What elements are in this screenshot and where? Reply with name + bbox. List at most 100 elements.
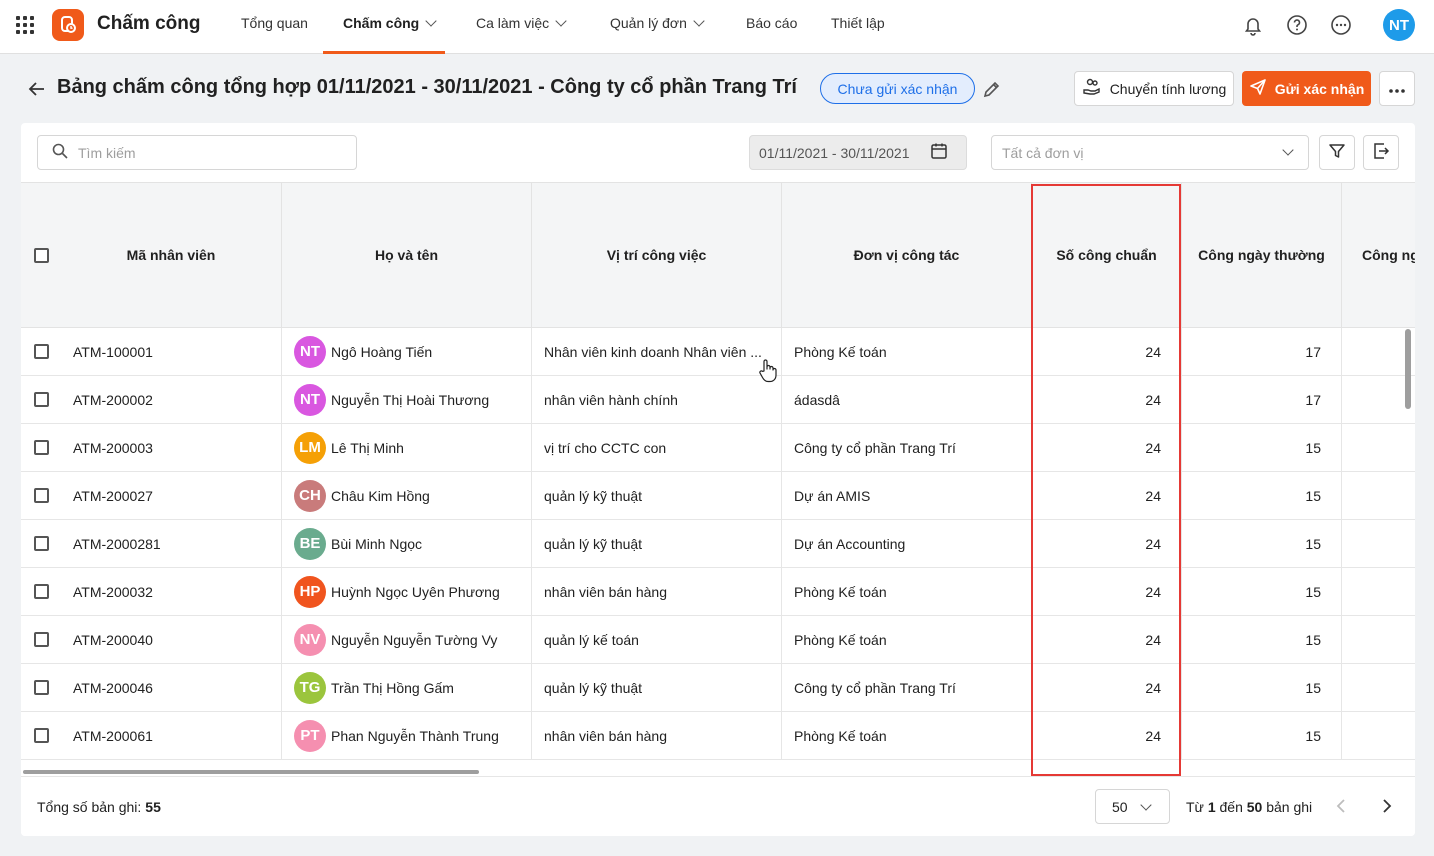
- truncated-cell: [1342, 472, 1415, 519]
- more-circle-icon[interactable]: [1329, 13, 1353, 37]
- search-icon: [52, 143, 68, 162]
- nav-cham-cong[interactable]: Chấm công: [343, 15, 437, 31]
- normal-days: 15: [1182, 664, 1342, 711]
- table-row[interactable]: ATM-200003 LM Lê Thị Minh vị trí cho CCT…: [21, 424, 1415, 472]
- filter-icon: [1328, 142, 1346, 163]
- table-row[interactable]: ATM-200061 PT Phan Nguyễn Thành Trung nh…: [21, 712, 1415, 760]
- table-row[interactable]: ATM-200002 NT Nguyễn Thị Hoài Thương nhâ…: [21, 376, 1415, 424]
- row-checkbox[interactable]: [33, 344, 49, 359]
- work-unit: Công ty cổ phần Trang Trí: [782, 664, 1032, 711]
- col-truncated[interactable]: Công ng: [1342, 183, 1415, 327]
- table-row[interactable]: ATM-100001 NT Ngô Hoàng Tiến Nhân viên k…: [21, 328, 1415, 376]
- total-records: Tổng số bản ghi: 55: [37, 799, 161, 815]
- table-row[interactable]: ATM-200040 NV Nguyễn Nguyễn Tường Vy quả…: [21, 616, 1415, 664]
- vertical-scrollbar[interactable]: [1405, 329, 1411, 409]
- hand-cursor-icon: [757, 358, 779, 384]
- nav-bao-cao[interactable]: Báo cáo: [746, 15, 797, 31]
- select-all-checkbox[interactable]: [33, 247, 49, 263]
- chevron-right-icon: [1381, 798, 1393, 817]
- normal-days: 15: [1182, 616, 1342, 663]
- table-row[interactable]: ATM-2000281 BE Bùi Minh Ngọc quản lý kỹ …: [21, 520, 1415, 568]
- row-checkbox[interactable]: [33, 584, 49, 599]
- search-input[interactable]: Tìm kiếm: [37, 135, 357, 170]
- nav-tong-quan[interactable]: Tổng quan: [241, 15, 308, 31]
- row-checkbox[interactable]: [33, 536, 49, 551]
- standard-days: 24: [1032, 376, 1182, 423]
- col-employee-code[interactable]: Mã nhân viên: [61, 183, 282, 327]
- col-position[interactable]: Vị trí công việc: [532, 183, 782, 327]
- work-unit: Phòng Kế toán: [782, 328, 1032, 375]
- truncated-cell: [1342, 616, 1415, 663]
- employee-name-cell: PT Phan Nguyễn Thành Trung: [282, 712, 532, 759]
- col-normal-days[interactable]: Công ngày thường: [1182, 183, 1342, 327]
- employee-name: Ngô Hoàng Tiến: [331, 343, 433, 360]
- table-row[interactable]: ATM-200046 TG Trần Thị Hồng Gấm quản lý …: [21, 664, 1415, 712]
- page-size-select[interactable]: 50: [1095, 789, 1170, 824]
- standard-days: 24: [1032, 664, 1182, 711]
- job-position: nhân viên hành chính: [532, 376, 782, 423]
- next-page-button[interactable]: [1377, 797, 1397, 817]
- bell-icon[interactable]: [1241, 13, 1265, 37]
- work-unit: Phòng Kế toán: [782, 616, 1032, 663]
- filter-button[interactable]: [1319, 135, 1355, 170]
- employee-code: ATM-200040: [61, 616, 282, 663]
- nav-ca-lam-viec[interactable]: Ca làm việc: [476, 15, 567, 31]
- job-position: quản lý kỹ thuật: [532, 472, 782, 519]
- export-icon: [1372, 142, 1390, 163]
- col-standard-days[interactable]: Số công chuẩn: [1032, 183, 1182, 327]
- truncated-cell: [1342, 664, 1415, 711]
- row-checkbox[interactable]: [33, 680, 49, 695]
- job-position: quản lý kế toán: [532, 616, 782, 663]
- standard-days: 24: [1032, 328, 1182, 375]
- chevron-down-icon: [693, 15, 705, 27]
- date-range-picker[interactable]: 01/11/2021 - 30/11/2021: [749, 135, 967, 170]
- table-header: Mã nhân viên Họ và tên Vị trí công việc …: [21, 182, 1415, 328]
- employee-avatar: NT: [294, 383, 326, 416]
- app-logo: [52, 9, 84, 41]
- standard-days: 24: [1032, 424, 1182, 471]
- chevron-down-icon: [555, 15, 567, 27]
- transfer-payroll-button[interactable]: Chuyển tính lương: [1074, 71, 1234, 106]
- nav-thiet-lap[interactable]: Thiết lập: [831, 15, 885, 31]
- employee-avatar: BE: [294, 527, 326, 560]
- employee-avatar: PT: [294, 719, 326, 752]
- col-full-name[interactable]: Họ và tên: [282, 183, 532, 327]
- col-unit[interactable]: Đơn vị công tác: [782, 183, 1032, 327]
- user-avatar[interactable]: NT: [1383, 9, 1415, 41]
- employee-code: ATM-200003: [61, 424, 282, 471]
- employee-name-cell: NT Nguyễn Thị Hoài Thương: [282, 376, 532, 423]
- row-checkbox[interactable]: [33, 728, 49, 743]
- help-icon[interactable]: [1285, 13, 1309, 37]
- work-unit: ádasdâ: [782, 376, 1032, 423]
- prev-page-button[interactable]: [1331, 797, 1351, 817]
- more-options-button[interactable]: [1379, 71, 1415, 106]
- row-checkbox[interactable]: [33, 440, 49, 455]
- status-badge: Chưa gửi xác nhận: [820, 73, 975, 104]
- table-row[interactable]: ATM-200027 CH Châu Kim Hồng quản lý kỹ t…: [21, 472, 1415, 520]
- employee-name-cell: NT Ngô Hoàng Tiến: [282, 328, 532, 375]
- row-checkbox[interactable]: [33, 632, 49, 647]
- standard-days: 24: [1032, 520, 1182, 567]
- job-position: vị trí cho CCTC con: [532, 424, 782, 471]
- employee-name: Trần Thị Hồng Gấm: [331, 679, 454, 696]
- table-row[interactable]: ATM-200032 HP Huỳnh Ngọc Uyên Phương nhâ…: [21, 568, 1415, 616]
- row-checkbox-cell: [21, 520, 61, 567]
- export-button[interactable]: [1363, 135, 1399, 170]
- app-grid-icon[interactable]: [14, 14, 36, 36]
- horizontal-scrollbar[interactable]: [23, 770, 479, 774]
- row-checkbox-cell: [21, 568, 61, 615]
- employee-code: ATM-200061: [61, 712, 282, 759]
- unit-select[interactable]: Tất cả đơn vị: [991, 135, 1309, 170]
- row-checkbox[interactable]: [33, 488, 49, 503]
- employee-code: ATM-100001: [61, 328, 282, 375]
- row-checkbox[interactable]: [33, 392, 49, 407]
- back-arrow-icon[interactable]: [26, 78, 48, 100]
- row-checkbox-cell: [21, 664, 61, 711]
- edit-pencil-icon[interactable]: [981, 78, 1003, 100]
- employee-avatar: LM: [294, 431, 326, 464]
- nav-quan-ly-don[interactable]: Quản lý đơn: [610, 15, 705, 31]
- job-position: Nhân viên kinh doanh Nhân viên ...: [532, 328, 782, 375]
- send-confirmation-button[interactable]: Gửi xác nhận: [1242, 71, 1371, 106]
- row-checkbox-cell: [21, 328, 61, 375]
- calendar-icon: [930, 142, 948, 163]
